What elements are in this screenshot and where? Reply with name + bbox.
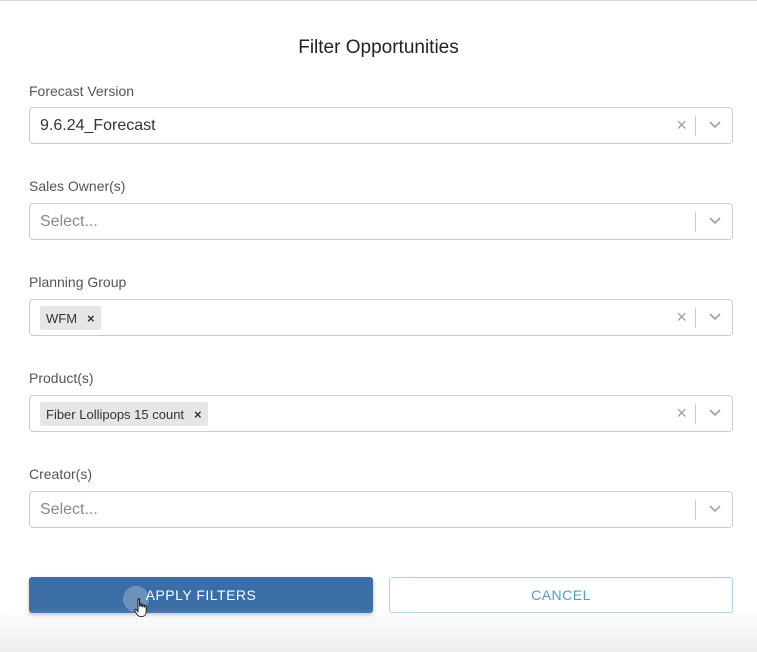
chevron-down-icon[interactable] [709, 217, 721, 225]
planning-group-select[interactable]: WFM × × [29, 299, 733, 336]
chevron-down-icon[interactable] [709, 313, 721, 321]
chevron-down-icon[interactable] [709, 505, 721, 513]
apply-filters-button[interactable]: APPLY FILTERS [29, 577, 373, 613]
planning-group-label: Planning Group [29, 274, 127, 290]
clear-icon[interactable]: × [676, 108, 687, 143]
separator [695, 212, 696, 232]
product-chip: Fiber Lollipops 15 count × [40, 402, 208, 426]
chevron-down-icon[interactable] [709, 121, 721, 129]
chevron-down-icon[interactable] [709, 409, 721, 417]
clear-icon[interactable]: × [676, 300, 687, 335]
separator [695, 308, 696, 328]
hand-cursor-icon [133, 598, 147, 617]
products-label: Product(s) [29, 370, 94, 386]
products-select[interactable]: Fiber Lollipops 15 count × × [29, 395, 733, 432]
creators-label: Creator(s) [29, 466, 93, 482]
chip-remove-icon[interactable]: × [194, 407, 202, 422]
chip-remove-icon[interactable]: × [87, 311, 95, 326]
sales-owners-placeholder: Select... [40, 213, 98, 230]
bottom-shadow [0, 608, 757, 652]
creators-placeholder: Select... [40, 501, 98, 518]
cancel-button[interactable]: CANCEL [389, 577, 733, 613]
sales-owners-select[interactable]: Select... [29, 203, 733, 240]
sales-owners-label: Sales Owner(s) [29, 178, 126, 194]
filter-dialog: Filter Opportunities Forecast Version 9.… [0, 0, 757, 652]
separator [695, 500, 696, 520]
planning-group-chip: WFM × [40, 306, 101, 330]
chip-label: WFM [46, 310, 78, 326]
dialog-title: Filter Opportunities [298, 37, 459, 58]
creators-select[interactable]: Select... [29, 491, 733, 528]
forecast-version-label: Forecast Version [29, 83, 135, 99]
separator [695, 404, 696, 424]
forecast-version-select[interactable]: 9.6.24_Forecast × [29, 107, 733, 144]
forecast-version-value: 9.6.24_Forecast [40, 117, 156, 134]
separator [695, 116, 696, 136]
chip-label: Fiber Lollipops 15 count [46, 406, 185, 422]
clear-icon[interactable]: × [676, 396, 687, 431]
